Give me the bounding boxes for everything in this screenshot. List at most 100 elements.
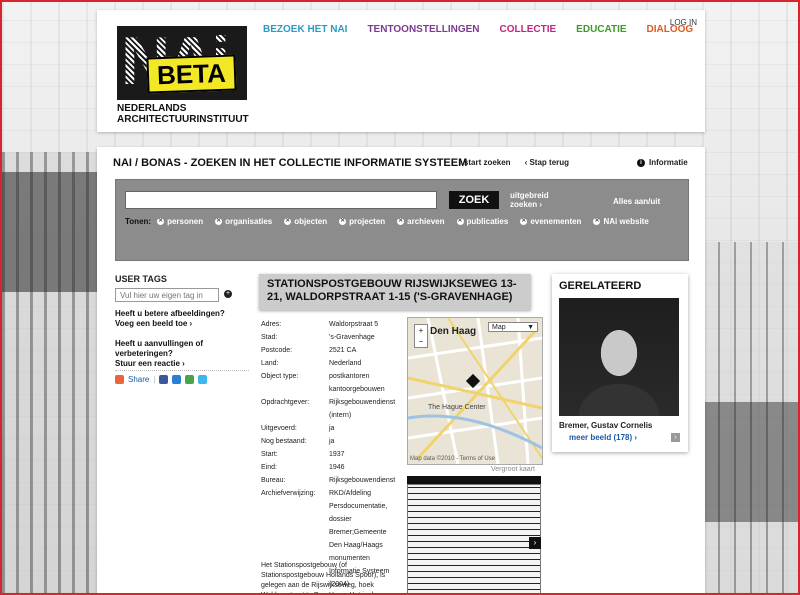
login-link[interactable]: LOG IN — [670, 18, 697, 27]
filter-nai-website[interactable]: ✕ NAi website — [593, 217, 649, 226]
filter-personen[interactable]: ✕ personen — [157, 217, 203, 226]
property-label — [261, 526, 329, 539]
images-question: Heeft u betere afbeeldingen? — [115, 309, 225, 318]
advanced-search-link[interactable]: uitgebreid zoeken › — [510, 191, 549, 209]
property-value: postkantoren — [329, 373, 370, 380]
nav-tentoonstellingen[interactable]: TENTOONSTELLINGEN — [367, 24, 479, 35]
site-header: NAi BETA NEDERLANDS ARCHITECTUURINSTITUU… — [97, 10, 705, 132]
property-value: Waldorpstraat 5 — [329, 321, 379, 328]
check-icon: ✕ — [215, 218, 223, 225]
filter-label: projecten — [349, 217, 386, 226]
property-row: Adres: Waldorpstraat 5 — [261, 318, 397, 331]
add-image-link[interactable]: Voeg een beeld toe › — [115, 319, 225, 329]
map-zoom-control[interactable]: + − — [414, 324, 428, 348]
windows-live-icon[interactable] — [172, 375, 182, 384]
property-value: Rijksgebouwendienst — [329, 477, 396, 484]
property-row: Stad: 's-Gravenhage — [261, 331, 397, 344]
facebook-icon[interactable] — [159, 375, 169, 384]
tag-input[interactable] — [115, 288, 219, 302]
building-photo[interactable] — [407, 484, 541, 593]
filter-projecten[interactable]: ✕ projecten — [339, 217, 385, 226]
property-label — [261, 500, 329, 513]
filter-organisaties[interactable]: ✕ organisaties — [215, 217, 272, 226]
send-reaction-link[interactable]: Stuur een reactie › — [115, 359, 203, 369]
property-value: kantoorgebouwen — [329, 386, 385, 393]
filter-evenementen[interactable]: ✕ evenementen — [520, 217, 581, 226]
property-value: Rijksgebouwendienst — [329, 399, 396, 406]
related-panel: GERELATEERD Bremer, Gustav Cornelis meer… — [552, 274, 688, 452]
nai-logo[interactable]: NAi BETA — [117, 26, 247, 100]
advanced-line2: zoeken › — [510, 200, 543, 209]
search-input[interactable] — [125, 191, 437, 209]
property-label: Archiefverwijzing: — [261, 490, 316, 497]
property-value: (intern) — [329, 412, 352, 419]
filter-label: objecten — [294, 217, 328, 226]
main-nav: BEZOEK HET NAI TENTOONSTELLINGEN COLLECT… — [263, 24, 693, 35]
property-label — [261, 513, 329, 526]
location-map[interactable]: + − Den Haag Map ▼ The Hague Center Map d… — [407, 317, 543, 465]
property-label — [261, 409, 329, 422]
nav-educatie[interactable]: EDUCATIE — [576, 24, 626, 35]
separator: | — [153, 375, 156, 384]
search-button[interactable]: ZOEK — [449, 191, 499, 209]
filter-label: publicaties — [466, 217, 509, 226]
property-label: Object type: — [261, 373, 299, 380]
share-bar: Share | — [115, 375, 208, 384]
next-photo-icon[interactable]: › — [529, 537, 541, 549]
start-search-link[interactable]: ‹ start zoeken — [459, 158, 511, 167]
divider — [115, 370, 249, 371]
google-icon[interactable] — [185, 375, 195, 384]
object-title: STATIONSPOSTGEBOUW RIJSWIJKSEWEG 13-21, … — [259, 274, 531, 310]
search-panel: ZOEK uitgebreid zoeken › Alles aan/uit T… — [115, 179, 689, 261]
filter-label: personen — [167, 217, 204, 226]
logo-subtitle: NEDERLANDS ARCHITECTUURINSTITUUT — [117, 103, 249, 125]
additions-prompt: Heeft u aanvullingen of verbeteringen? S… — [115, 339, 203, 369]
property-label: Opdrachtgever: — [261, 399, 310, 406]
check-icon: ✕ — [397, 218, 405, 225]
property-label — [261, 383, 329, 396]
browser-viewport: NAi BETA NEDERLANDS ARCHITECTUURINSTITUU… — [0, 0, 800, 595]
twitter-icon[interactable] — [198, 375, 208, 384]
related-person-name[interactable]: Bremer, Gustav Cornelis — [559, 421, 652, 430]
page-title: NAI / BONAS - ZOEKEN IN HET COLLECTIE IN… — [113, 157, 468, 169]
property-row: kantoorgebouwen — [261, 383, 397, 396]
add-tag-icon[interactable]: + — [224, 290, 232, 298]
property-row: Start: 1937 — [261, 448, 397, 461]
chevron-down-icon: ▼ — [527, 324, 534, 331]
step-back-link[interactable]: ‹ Stap terug — [525, 158, 569, 167]
property-label: Postcode: — [261, 347, 293, 354]
share-icon[interactable] — [115, 375, 124, 384]
toggle-all-link[interactable]: Alles aan/uit — [613, 197, 660, 206]
filter-archieven[interactable]: ✕ archieven — [397, 217, 445, 226]
property-label: Bureau: — [261, 477, 286, 484]
better-images-prompt: Heeft u betere afbeeldingen? Voeg een be… — [115, 309, 225, 329]
property-row: Persdocumentatie, — [261, 500, 397, 513]
info-link[interactable]: i Informatie — [637, 158, 688, 167]
filter-label: NAi website — [603, 217, 649, 226]
nav-collectie[interactable]: COLLECTIE — [500, 24, 557, 35]
object-description: Het Stationspostgebouw (of Stationspostg… — [261, 562, 386, 593]
arrow-right-icon[interactable]: › — [671, 433, 680, 442]
property-row: dossier — [261, 513, 397, 526]
enlarge-map-link[interactable]: Vergroot kaart — [491, 466, 535, 473]
filter-objecten[interactable]: ✕ objecten — [284, 217, 327, 226]
more-images-link[interactable]: meer beeld (178) › — [569, 433, 637, 442]
background-facade-right — [702, 402, 798, 522]
portrait-image[interactable] — [559, 298, 679, 416]
property-label: Eind: — [261, 464, 277, 471]
filter-label: organisaties — [225, 217, 273, 226]
map-footer[interactable]: Map data ©2010 - Terms of Use — [410, 456, 495, 462]
filter-options: Tonen: ✕ personen ✕ organisaties ✕ objecten… — [125, 217, 661, 226]
map-type-select[interactable]: Map ▼ — [488, 322, 538, 332]
property-row: Nog bestaand: ja — [261, 435, 397, 448]
additions-question-2: verbeteringen? — [115, 349, 173, 358]
user-tags-title: USER TAGS — [115, 274, 167, 284]
property-value: Den Haag/Haags — [329, 542, 383, 549]
check-icon: ✕ — [520, 218, 528, 225]
logo-sub-line1: NEDERLANDS — [117, 103, 187, 114]
filter-publicaties[interactable]: ✕ publicaties — [456, 217, 509, 226]
main-panel: NAI / BONAS - ZOEKEN IN HET COLLECTIE IN… — [97, 147, 705, 593]
share-label[interactable]: Share — [128, 375, 149, 384]
nav-bezoek[interactable]: BEZOEK HET NAI — [263, 24, 347, 35]
property-label: Stad: — [261, 334, 278, 341]
